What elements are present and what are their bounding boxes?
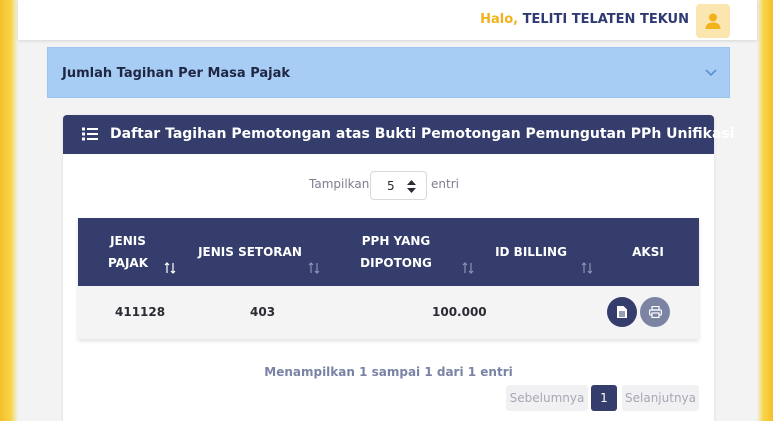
col-aksi-label: AKSI [632,245,664,259]
document-icon [617,306,627,318]
cell-pph-dipotong: 100.000 [432,305,487,319]
avatar[interactable] [696,4,730,38]
card-title: Daftar Tagihan Pemotongan atas Bukti Pem… [110,126,735,142]
col-header-aksi: AKSI [608,218,688,286]
table-header: JENIS PAJAK JENIS SETORAN PPH YANG DIPOT… [78,218,699,286]
col-pph-dipotong-label: PPH YANG DIPOTONG [360,234,432,270]
chevron-down-icon [705,69,717,77]
user-icon [705,13,721,29]
list-icon [82,127,98,141]
pagination-prev-button[interactable]: Sebelumnya [506,385,588,411]
pagination-next-button[interactable]: Selanjutnya [622,385,699,411]
col-header-id-billing[interactable]: ID BILLING [488,218,593,286]
user-greeting: Halo, TELITI TELATEN TEKUN [480,12,689,27]
sort-icon [462,262,474,274]
accordion-tagihan-per-masa[interactable]: Jumlah Tagihan Per Masa Pajak [47,47,730,98]
cell-jenis-setoran: 403 [250,305,276,319]
col-jenis-setoran-label: JENIS SETORAN [198,245,302,259]
view-document-button[interactable] [607,297,637,327]
topbar: Halo, TELITI TELATEN TEKUN [18,0,757,40]
printer-icon [648,306,662,318]
page-length-control: Tampilkan 5 entri [63,171,714,201]
page-length-select[interactable]: 5 [370,171,427,200]
cell-jenis-pajak: 411128 [115,305,166,319]
print-button[interactable] [640,297,670,327]
billing-table: JENIS PAJAK JENIS SETORAN PPH YANG DIPOT… [78,218,699,339]
col-header-pph-dipotong[interactable]: PPH YANG DIPOTONG [348,218,474,286]
table-info: Menampilkan 1 sampai 1 dari 1 entri [264,365,513,379]
sort-icon [581,262,593,274]
user-name[interactable]: TELITI TELATEN TEKUN [523,12,689,27]
length-suffix: entri [431,177,459,191]
left-frame [0,0,18,421]
sort-icon [308,262,320,274]
greeting-label: Halo, [480,12,519,27]
page-length-value: 5 [387,179,395,193]
accordion-title: Jumlah Tagihan Per Masa Pajak [62,66,291,81]
col-header-jenis-setoran[interactable]: JENIS SETORAN [196,218,320,286]
app-window: Halo, TELITI TELATEN TEKUN Jumlah Tagiha… [18,0,757,421]
col-header-jenis-pajak[interactable]: JENIS PAJAK [78,218,178,286]
sort-icon [164,262,176,274]
table-row: 411128 403 100.000 [78,286,699,339]
col-jenis-pajak-label: JENIS PAJAK [107,234,149,270]
length-label: Tampilkan [309,177,370,191]
billing-card: Daftar Tagihan Pemotongan atas Bukti Pem… [63,115,735,421]
right-frame [757,0,773,421]
card-header: Daftar Tagihan Pemotongan atas Bukti Pem… [63,115,735,154]
updown-caret-icon [407,180,416,193]
col-id-billing-label: ID BILLING [495,245,567,259]
pagination-page-1[interactable]: 1 [591,385,617,411]
